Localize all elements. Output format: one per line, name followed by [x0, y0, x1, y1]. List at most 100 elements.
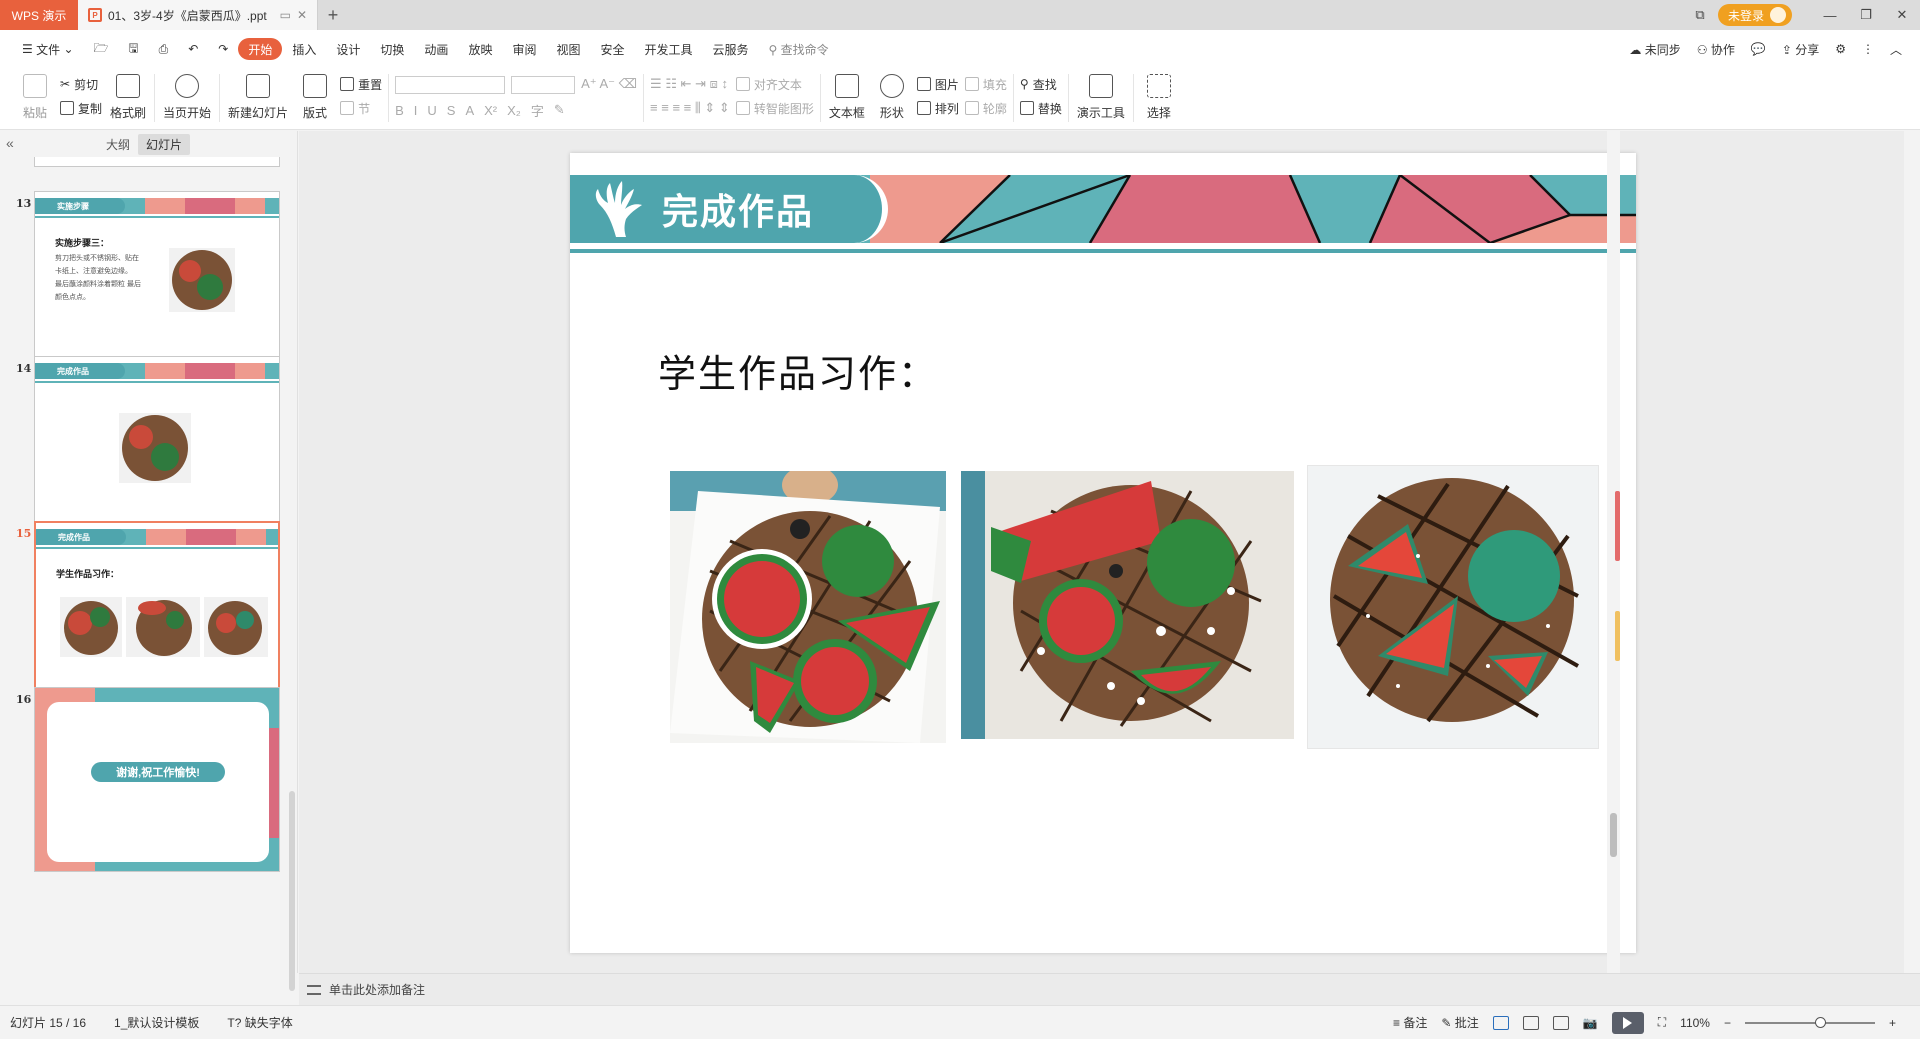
tab-home[interactable]: 开始 — [238, 38, 283, 60]
slide-thumbnail-13[interactable]: 实施步骤 实施步骤三： 剪刀把头或不锈钢形、贴在 卡纸上、注意避免边缘。 最后蘸… — [34, 191, 280, 376]
slide-thumbnail-14[interactable]: 完成作品 — [34, 356, 280, 541]
play-current-button[interactable]: 当页开始 — [161, 72, 213, 121]
zoom-in-button[interactable]: + — [1889, 1016, 1896, 1030]
settings-icon[interactable]: ⚙ — [1835, 42, 1846, 56]
zoom-slider[interactable] — [1744, 1016, 1875, 1028]
new-slide-button[interactable]: 新建幻灯片 — [226, 72, 290, 121]
arrange-button[interactable]: 排列 — [916, 100, 959, 116]
zoom-slider-knob[interactable] — [1814, 1016, 1826, 1028]
grid-view-icon[interactable] — [1522, 1015, 1539, 1030]
bold-icon[interactable]: B — [395, 103, 404, 118]
print-icon[interactable]: ⎙ — [149, 38, 179, 60]
tab-insert[interactable]: 插入 — [282, 38, 326, 60]
new-tab-button[interactable]: + — [318, 5, 348, 26]
canvas-scrollbar[interactable] — [1607, 131, 1620, 973]
tab-security[interactable]: 安全 — [590, 38, 634, 60]
font-family-select[interactable] — [395, 76, 506, 94]
font-size-select[interactable] — [511, 76, 576, 94]
app-tab[interactable]: WPS 演示 — [0, 0, 78, 30]
tab-developer[interactable]: 开发工具 — [635, 38, 703, 60]
redo-icon[interactable]: ↷ — [208, 38, 238, 60]
copy-button[interactable]: 复制 — [60, 100, 102, 116]
superscript-icon[interactable]: X² — [484, 103, 497, 118]
subscript-icon[interactable]: X₂ — [507, 103, 521, 118]
fit-window-icon[interactable]: ⛶ — [1658, 1015, 1666, 1030]
collapse-panel-icon[interactable]: « — [6, 135, 14, 151]
select-button[interactable]: 选择 — [1140, 72, 1178, 121]
layout-button[interactable]: 版式 — [296, 72, 334, 121]
tab-slideshow[interactable]: 放映 — [458, 38, 502, 60]
tab-outline[interactable]: 大纲 — [98, 134, 138, 155]
reading-view-icon[interactable] — [1552, 1015, 1569, 1030]
smart-art-button[interactable]: 转智能图形 — [735, 100, 814, 116]
camera-icon[interactable]: 📷 — [1583, 1016, 1598, 1030]
minimize-button[interactable]: — — [1812, 8, 1848, 23]
collaborate-button[interactable]: ⚇ 协作 — [1697, 41, 1735, 58]
missing-fonts-button[interactable]: T? 缺失字体 — [227, 1014, 292, 1031]
tab-view[interactable]: 视图 — [546, 38, 590, 60]
student-artwork-photo-1[interactable] — [670, 471, 946, 743]
zoom-level[interactable]: 110% — [1680, 1016, 1710, 1030]
monitor-icon[interactable]: ▭ — [280, 8, 291, 22]
slide-thumbnail-15[interactable]: 完成作品 学生作品习作： — [34, 521, 280, 706]
format-painter-button[interactable]: 格式刷 — [108, 72, 148, 121]
strikethrough-icon[interactable]: S — [447, 103, 456, 118]
tab-design[interactable]: 设计 — [326, 38, 370, 60]
collapse-ribbon-icon[interactable]: ︿ — [1890, 41, 1902, 58]
restore-button[interactable]: ❐ — [1848, 7, 1884, 23]
picture-button[interactable]: 图片 — [916, 76, 959, 92]
scrollbar-thumb[interactable] — [1610, 813, 1617, 857]
cut-button[interactable]: ✂ 剪切 — [60, 76, 102, 92]
tab-slides[interactable]: 幻灯片 — [138, 133, 191, 155]
close-tab-icon[interactable]: ✕ — [297, 8, 307, 22]
slideshow-play-button[interactable] — [1611, 1011, 1644, 1034]
comments-toggle-button[interactable]: ✎ 批注 — [1441, 1014, 1478, 1031]
slide-heading[interactable]: 学生作品习作： — [658, 343, 938, 398]
file-menu[interactable]: ☰ 文件 ⌄ — [12, 38, 84, 60]
student-artwork-photo-3[interactable] — [1307, 465, 1599, 749]
slide-thumbnail-list[interactable]: 13 实施步骤 实施步骤三： 剪刀把头或不锈钢形、贴在 卡纸上、注意避免边缘。 … — [0, 157, 290, 973]
command-search[interactable]: ⚲ 查找命令 — [759, 41, 839, 58]
comment-icon[interactable]: 💬 — [1751, 42, 1766, 56]
slide-thumbnail-16[interactable]: 谢谢,祝工作愉快! — [34, 687, 280, 872]
open-icon[interactable]: 🗁 — [84, 38, 119, 60]
paragraph-tools-top[interactable]: ☰ ☷ ⇤ ⇥ ⧈ ↕ — [650, 76, 730, 92]
textbox-button[interactable]: 文本框 — [827, 72, 867, 121]
outline-button[interactable]: 轮廓 — [964, 100, 1007, 116]
login-button[interactable]: 未登录 — [1717, 4, 1792, 26]
notes-toggle-button[interactable]: ≡ 备注 — [1393, 1014, 1427, 1031]
reset-button[interactable]: 重置 — [340, 76, 382, 92]
align-text-button[interactable]: 对齐文本 — [735, 76, 814, 92]
tab-animation[interactable]: 动画 — [414, 38, 458, 60]
section-button[interactable]: 节 — [340, 100, 382, 116]
current-slide[interactable]: 完成作品 学生作品习作： — [570, 153, 1636, 953]
notes-pane[interactable]: 单击此处添加备注 — [299, 973, 1920, 1005]
normal-view-icon[interactable] — [1492, 1015, 1509, 1030]
font-size-tools[interactable]: A⁺ A⁻ ⌫ — [581, 76, 637, 92]
fill-button[interactable]: 填充 — [964, 76, 1007, 92]
replace-button[interactable]: 替换 — [1019, 100, 1062, 116]
panel-scrollbar[interactable] — [289, 791, 295, 991]
shape-button[interactable]: 形状 — [873, 72, 911, 121]
phonetic-icon[interactable]: 字 — [531, 101, 544, 120]
paste-button[interactable]: 粘贴 — [16, 72, 54, 121]
tab-cloud[interactable]: 云服务 — [703, 38, 759, 60]
layout-icon[interactable]: ⧉ — [1682, 7, 1718, 23]
paragraph-tools-bottom[interactable]: ≡ ≡ ≡ ≡ ⫼ ⇕ ⇕ — [650, 100, 730, 116]
underline-icon[interactable]: U — [427, 103, 436, 118]
student-artwork-photo-2[interactable] — [961, 471, 1294, 739]
zoom-out-button[interactable]: − — [1724, 1016, 1731, 1030]
template-name[interactable]: 1_默认设计模板 — [114, 1014, 199, 1031]
close-window-button[interactable]: ✕ — [1884, 7, 1920, 23]
tab-transitions[interactable]: 切换 — [370, 38, 414, 60]
highlight-icon[interactable]: ✎ — [554, 102, 565, 118]
italic-icon[interactable]: I — [414, 103, 418, 118]
font-color-icon[interactable]: A — [465, 103, 474, 118]
tab-review[interactable]: 审阅 — [502, 38, 546, 60]
more-icon[interactable]: ⋮ — [1862, 42, 1874, 56]
slide-thumbnail-12[interactable] — [34, 157, 280, 167]
find-button[interactable]: ⚲ 查找 — [1020, 76, 1062, 92]
undo-icon[interactable]: ↶ — [178, 38, 208, 60]
document-tab[interactable]: P 01、3岁-4岁《启蒙西瓜》.ppt ▭ ✕ — [78, 0, 318, 30]
presenter-tools-button[interactable]: 演示工具 — [1075, 72, 1127, 121]
